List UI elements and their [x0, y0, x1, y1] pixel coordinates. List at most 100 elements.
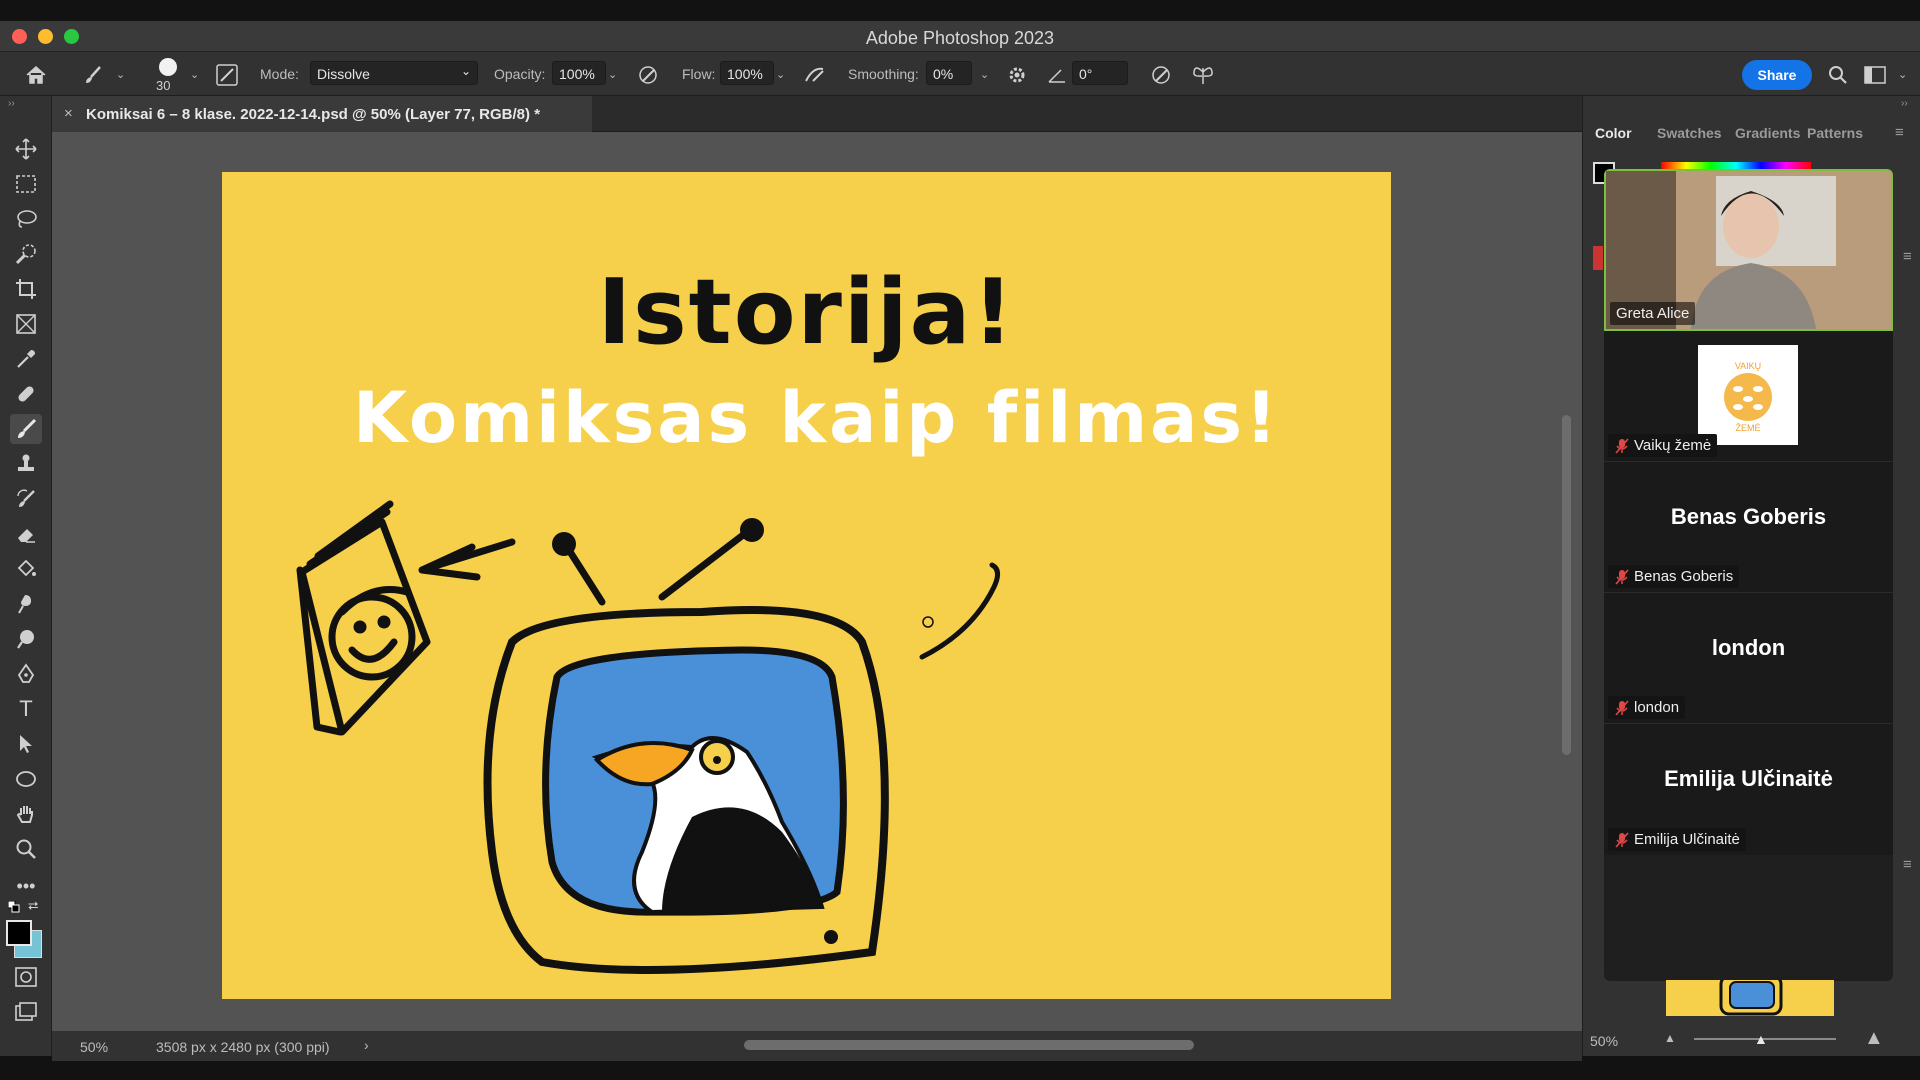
status-document-info: 3508 px x 2480 px (300 ppi) — [156, 1039, 330, 1055]
video-tile-emilija[interactable]: Emilija Ulčinaitė Emilija Ulčinaitė — [1604, 724, 1893, 855]
brush-tool-icon[interactable] — [10, 414, 42, 444]
workspace-layout-icon[interactable] — [1862, 63, 1888, 87]
tab-patterns[interactable]: Patterns — [1807, 118, 1863, 148]
symmetry-butterfly-icon[interactable] — [1190, 63, 1216, 87]
frame-tool-icon[interactable] — [10, 309, 42, 339]
panel-menu-icon[interactable]: ≡ — [1895, 118, 1904, 148]
paint-bucket-tool-icon[interactable] — [10, 554, 42, 584]
participant-display-name: london — [1711, 635, 1786, 660]
document-tab[interactable]: × Komiksai 6 – 8 klase. 2022-12-14.psd @… — [52, 96, 592, 132]
navigator-zoom-value[interactable]: 50% — [1590, 1033, 1618, 1049]
screen-mode-icon[interactable] — [10, 997, 42, 1027]
path-selection-tool-icon[interactable] — [10, 729, 42, 759]
smoothing-options-gear-icon[interactable] — [1004, 63, 1030, 87]
clone-stamp-tool-icon[interactable] — [10, 449, 42, 479]
blend-mode-value: Dissolve — [317, 66, 370, 82]
stroke-drawing — [919, 562, 1000, 660]
mode-label: Mode: — [260, 66, 299, 82]
zoom-out-mountain-icon[interactable]: ▲ — [1664, 1031, 1676, 1045]
pressure-size-icon[interactable] — [1148, 63, 1174, 87]
chevron-down-icon[interactable]: ⌄ — [776, 68, 785, 81]
navigator-zoom-bar: 50% ▲ ▲ ▲ — [1582, 1025, 1920, 1055]
flow-field[interactable]: 100% — [720, 61, 774, 85]
document-tab-bar: × Komiksai 6 – 8 klase. 2022-12-14.psd @… — [52, 96, 1582, 132]
quick-selection-tool-icon[interactable] — [10, 239, 42, 269]
foreground-color-swatch[interactable] — [6, 920, 32, 946]
dodge-tool-icon[interactable] — [10, 624, 42, 654]
video-tile-greta[interactable]: Greta Alice — [1604, 169, 1893, 331]
healing-brush-tool-icon[interactable] — [10, 379, 42, 409]
video-tile-london[interactable]: london london — [1604, 593, 1893, 724]
slider-thumb[interactable]: ▲ — [1754, 1031, 1768, 1047]
participant-display-name: Emilija Ulčinaitė — [1664, 766, 1833, 791]
participant-name-label: london — [1608, 696, 1686, 719]
opacity-label: Opacity: — [494, 66, 546, 82]
panel-menu-icon[interactable]: ≡ — [1903, 248, 1912, 265]
brush-preset-icon[interactable] — [80, 62, 106, 88]
horizontal-scrollbar[interactable] — [744, 1040, 1194, 1050]
home-icon[interactable] — [22, 62, 50, 88]
participant-display-name: Benas Goberis — [1670, 504, 1827, 529]
quick-mask-icon[interactable] — [10, 962, 42, 992]
smoothing-label: Smoothing: — [848, 66, 919, 82]
hand-tool-icon[interactable] — [10, 799, 42, 829]
chevron-down-icon[interactable]: ⌄ — [190, 68, 199, 81]
lasso-tool-icon[interactable] — [10, 204, 42, 234]
document-canvas[interactable]: Istorija! Komiksas kaip filmas! — [222, 172, 1391, 999]
status-zoom-value[interactable]: 50% — [80, 1039, 108, 1055]
vertical-scrollbar[interactable] — [1562, 415, 1571, 755]
svg-text:VAIKŲ: VAIKŲ — [1735, 361, 1761, 371]
opacity-field[interactable]: 100% — [552, 61, 606, 85]
eraser-tool-icon[interactable] — [10, 519, 42, 549]
brush-settings-panel-icon[interactable] — [214, 63, 240, 87]
close-tab-icon[interactable]: × — [64, 105, 73, 122]
svg-text:ŽEMĖ: ŽEMĖ — [1735, 423, 1760, 433]
smoothing-field[interactable]: 0% — [926, 61, 972, 85]
tab-gradients[interactable]: Gradients — [1735, 118, 1801, 148]
video-tile-benas[interactable]: Benas Goberis Benas Goberis — [1604, 462, 1893, 593]
window-title-bar: Adobe Photoshop 2023 — [0, 21, 1920, 52]
airbrush-icon[interactable] — [802, 63, 828, 87]
crop-tool-icon[interactable] — [10, 274, 42, 304]
canvas-illustration — [296, 500, 1000, 974]
swap-colors-icon[interactable]: ⮂ — [28, 898, 38, 914]
zoom-in-mountain-icon[interactable]: ▲ — [1864, 1027, 1884, 1050]
video-call-overlay[interactable]: Greta Alice VAIKŲ ŽEMĖ Vaikų žemė Benas … — [1604, 169, 1893, 981]
collapse-panel-icon[interactable]: ›› — [1901, 98, 1908, 109]
navigator-thumbnail[interactable] — [1666, 974, 1834, 1016]
muted-mic-icon — [1615, 569, 1629, 585]
history-brush-tool-icon[interactable] — [10, 484, 42, 514]
share-button[interactable]: Share — [1742, 60, 1812, 90]
type-tool-icon[interactable]: T — [10, 694, 42, 724]
tv-drawing — [483, 518, 889, 974]
default-colors-icon[interactable] — [7, 900, 20, 913]
collapse-panel-icon[interactable]: ›› — [8, 98, 15, 109]
zoom-tool-icon[interactable] — [10, 834, 42, 864]
brush-size-picker[interactable]: 30 — [154, 56, 184, 96]
color-panel-tabs: Color Swatches Gradients Patterns ≡ — [1583, 118, 1920, 148]
pen-tool-icon[interactable] — [10, 659, 42, 689]
move-tool-icon[interactable] — [10, 134, 42, 164]
smudge-tool-icon[interactable] — [10, 589, 42, 619]
chevron-down-icon[interactable]: ⌄ — [116, 68, 125, 81]
chevron-down-icon[interactable]: ⌄ — [608, 68, 617, 81]
flow-label: Flow: — [682, 66, 716, 82]
ellipse-tool-icon[interactable] — [10, 764, 42, 794]
eyedropper-tool-icon[interactable] — [10, 344, 42, 374]
search-icon[interactable] — [1826, 63, 1850, 87]
tab-swatches[interactable]: Swatches — [1657, 118, 1722, 148]
marquee-tool-icon[interactable] — [10, 169, 42, 199]
comic-book-drawing — [296, 500, 516, 736]
muted-mic-icon — [1615, 832, 1629, 848]
panel-menu-icon[interactable]: ≡ — [1903, 856, 1912, 873]
blend-mode-select[interactable]: Dissolve ⌄ — [310, 61, 478, 85]
chevron-right-icon[interactable]: › — [364, 1037, 369, 1053]
brush-cursor — [922, 616, 934, 628]
chevron-down-icon[interactable]: ⌄ — [980, 68, 989, 81]
tab-color[interactable]: Color — [1595, 118, 1632, 148]
brush-angle-field[interactable]: 0° — [1072, 61, 1128, 85]
video-tile-vaiku-zeme[interactable]: VAIKŲ ŽEMĖ Vaikų žemė — [1604, 331, 1893, 462]
pressure-opacity-icon[interactable] — [636, 63, 660, 87]
more-tools-icon[interactable]: ••• — [10, 871, 42, 901]
chevron-down-icon[interactable]: ⌄ — [1898, 68, 1907, 81]
